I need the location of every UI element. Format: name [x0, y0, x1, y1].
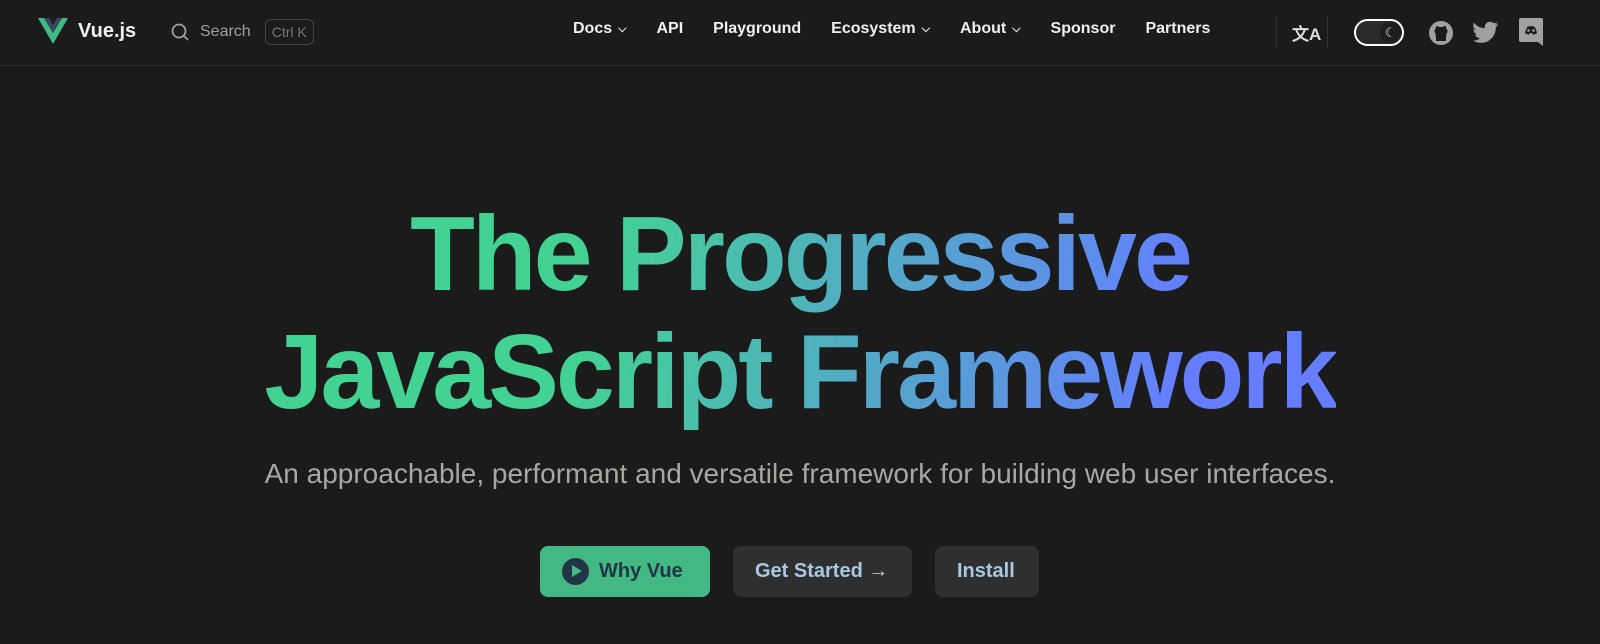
hero-tagline: An approachable, performant and versatil…	[264, 458, 1336, 489]
brand-name: Vue.js	[78, 19, 137, 42]
nav-label: Playground	[713, 20, 802, 37]
chevron-down-icon: ⌵	[921, 22, 930, 35]
nav-ecosystem[interactable]: Ecosystem ⌵	[831, 20, 930, 38]
moon-icon: ☾	[1380, 22, 1401, 43]
nav-label: Ecosystem	[831, 20, 916, 37]
hero-title-line-1: The Progressive	[410, 195, 1190, 313]
search-shortcut: Ctrl K	[264, 19, 314, 45]
nav-label: API	[656, 20, 684, 37]
nav-label: About	[960, 20, 1007, 37]
chevron-down-icon: ⌵	[1012, 22, 1021, 35]
chevron-down-icon: ⌵	[618, 22, 627, 35]
divider	[1327, 16, 1328, 48]
search-button[interactable]: Search Ctrl K	[170, 19, 314, 45]
search-label: Search	[200, 23, 251, 40]
nav-about[interactable]: About ⌵	[960, 20, 1021, 38]
play-icon	[562, 558, 589, 585]
home-link[interactable]: Vue.js	[38, 18, 136, 44]
nav-playground[interactable]: Playground	[713, 20, 801, 38]
nav-label: Partners	[1145, 20, 1211, 37]
top-nav: Vue.js Search Ctrl K Docs ⌵ API Playgroun…	[0, 0, 1600, 66]
divider	[1276, 16, 1277, 48]
discord-icon[interactable]	[1519, 18, 1543, 46]
nav-docs[interactable]: Docs ⌵	[573, 20, 626, 38]
install-button[interactable]: Install	[935, 546, 1039, 597]
get-started-button[interactable]: Get Started →	[733, 546, 912, 597]
nav-api[interactable]: API	[656, 20, 683, 38]
translate-icon[interactable]: 文A	[1292, 20, 1321, 45]
nav-partners[interactable]: Partners	[1145, 20, 1210, 38]
hero-title: The Progressive JavaScript Framework	[264, 195, 1335, 431]
button-label: Why Vue	[599, 560, 683, 582]
hero-title-line-2: JavaScript Framework	[264, 313, 1336, 431]
nav-label: Docs	[573, 20, 613, 37]
twitter-icon[interactable]	[1473, 21, 1499, 43]
why-vue-button[interactable]: Why Vue	[540, 546, 710, 597]
nav-label: Sponsor	[1050, 20, 1116, 37]
github-icon[interactable]	[1428, 20, 1454, 46]
vue-logo-icon	[38, 18, 68, 44]
dark-mode-toggle[interactable]: ☾	[1354, 19, 1404, 46]
hero: The Progressive JavaScript Framework	[0, 195, 1600, 431]
nav-sponsor[interactable]: Sponsor	[1051, 20, 1116, 38]
search-icon	[171, 23, 189, 41]
